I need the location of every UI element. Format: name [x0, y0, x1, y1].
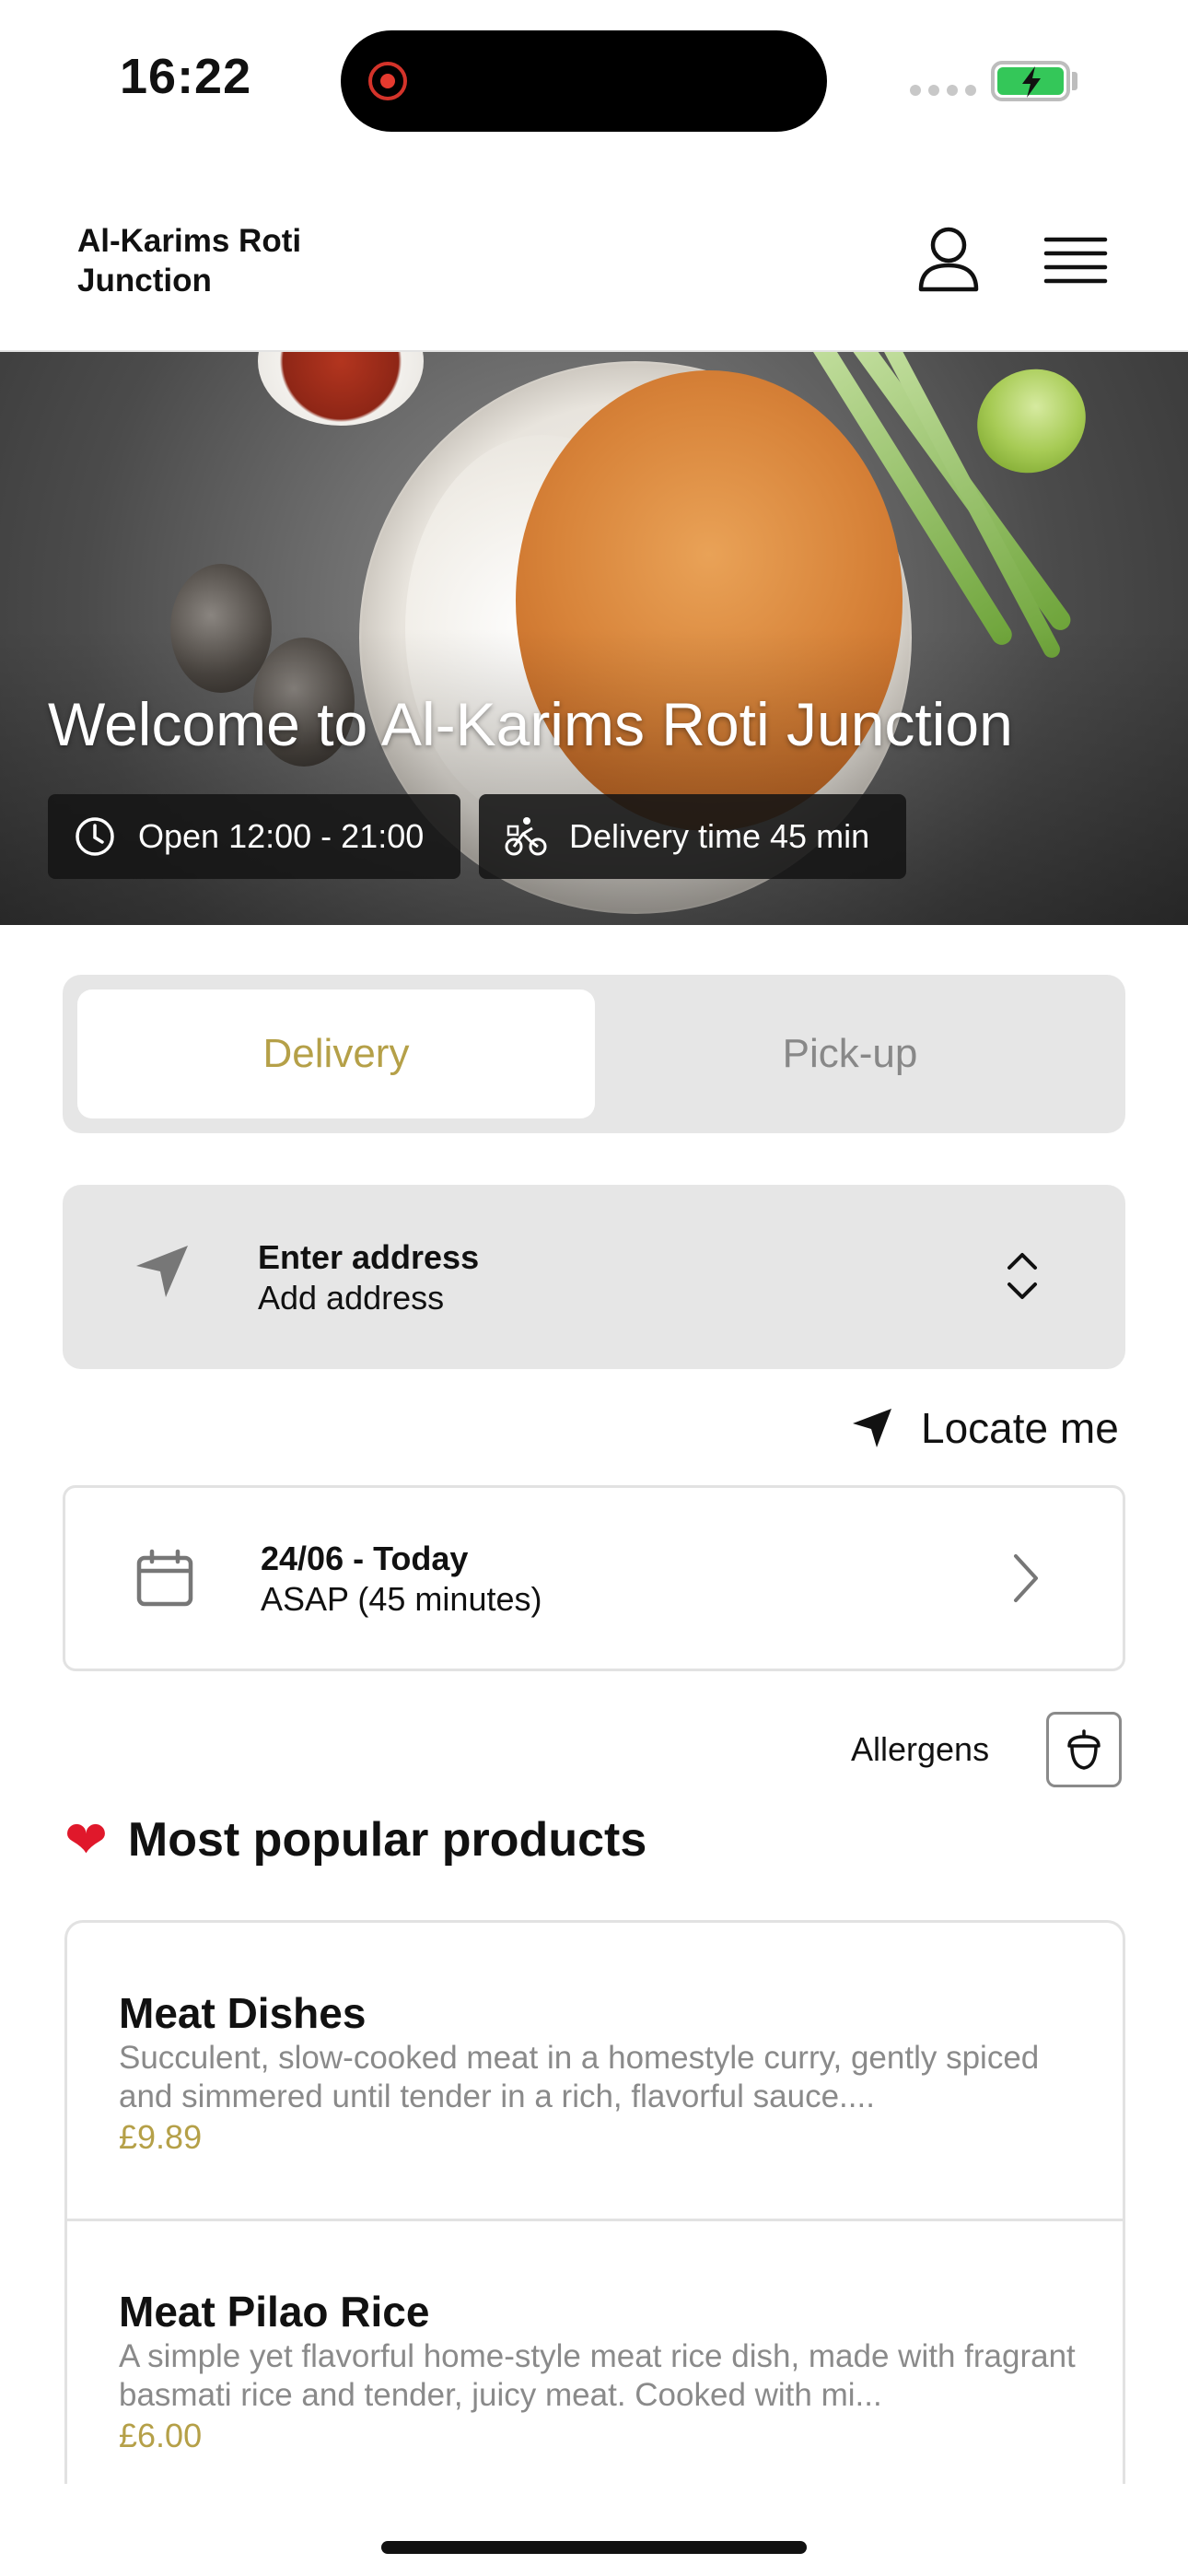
allergens-label: Allergens — [851, 1730, 990, 1768]
product-name: Meat Dishes — [119, 1989, 367, 2037]
delivery-time-badge: Delivery time 45 min — [479, 794, 906, 879]
locate-me-button[interactable]: Locate me — [851, 1400, 1119, 1456]
dynamic-island — [341, 30, 827, 132]
product-card[interactable]: Meat Dishes Succulent, slow-cooked meat … — [67, 1923, 1123, 2221]
pickup-option[interactable]: Pick-up — [591, 989, 1109, 1118]
order-mode-toggle: Delivery Pick-up — [63, 975, 1125, 1133]
recording-indicator-icon — [368, 62, 407, 100]
allergens-button[interactable] — [1046, 1712, 1122, 1787]
navigation-arrow-icon — [136, 1246, 188, 1297]
status-time: 16:22 — [120, 49, 252, 104]
time-subtitle: ASAP (45 minutes) — [261, 1580, 542, 1618]
chevron-right-icon — [1014, 1554, 1038, 1602]
product-name: Meat Pilao Rice — [119, 2288, 430, 2336]
opening-hours-badge: Open 12:00 - 21:00 — [48, 794, 460, 879]
location-arrow-icon — [853, 1409, 891, 1447]
battery-icon — [991, 61, 1070, 101]
heart-emoji: ❤ — [64, 1810, 108, 1868]
section-title: ❤ Most popular products — [64, 1809, 646, 1870]
delivery-time-selector[interactable]: 24/06 - Today ASAP (45 minutes) — [63, 1485, 1125, 1671]
home-indicator[interactable] — [381, 2541, 807, 2554]
calendar-icon — [136, 1549, 193, 1607]
opening-hours-text: Open 12:00 - 21:00 — [138, 817, 425, 855]
hero-title: Welcome to Al-Karims Roti Junction — [48, 690, 1013, 758]
hero-banner: Welcome to Al-Karims Roti Junction Open … — [0, 352, 1188, 925]
address-selector[interactable]: Enter address Add address — [63, 1185, 1125, 1369]
product-description: Succulent, slow-cooked meat in a homesty… — [119, 2040, 1040, 2114]
menu-icon[interactable] — [1042, 230, 1109, 291]
address-title: Enter address — [258, 1238, 480, 1276]
status-bar: 16:22 — [0, 0, 1188, 157]
lime-image — [958, 352, 1105, 493]
user-icon[interactable] — [912, 225, 985, 299]
updown-chevron-icon — [1007, 1253, 1037, 1299]
bicycle-icon — [505, 817, 547, 856]
acorn-icon — [1067, 1729, 1101, 1770]
product-description: A simple yet flavorful home-style meat r… — [119, 2338, 1076, 2413]
section-title-text: Most popular products — [127, 1813, 647, 1867]
date-title: 24/06 - Today — [261, 1540, 469, 1577]
app-header: Al-Karims Roti Junction — [0, 193, 1188, 352]
product-list: Meat Dishes Succulent, slow-cooked meat … — [64, 1920, 1125, 2484]
chili-bowl-image — [258, 352, 424, 426]
locate-me-label: Locate me — [921, 1404, 1119, 1452]
clock-icon — [76, 817, 114, 856]
address-subtitle: Add address — [258, 1279, 445, 1317]
battery-tip — [1072, 72, 1077, 90]
brand-name[interactable]: Al-Karims Roti Junction — [77, 221, 372, 300]
product-price: £6.00 — [119, 2417, 203, 2454]
product-card[interactable]: Meat Pilao Rice A simple yet flavorful h… — [67, 2221, 1123, 2484]
product-price: £9.89 — [119, 2118, 203, 2156]
delivery-option[interactable]: Delivery — [77, 989, 595, 1118]
cellular-signal-icon — [910, 85, 976, 96]
delivery-time-text: Delivery time 45 min — [569, 817, 870, 855]
